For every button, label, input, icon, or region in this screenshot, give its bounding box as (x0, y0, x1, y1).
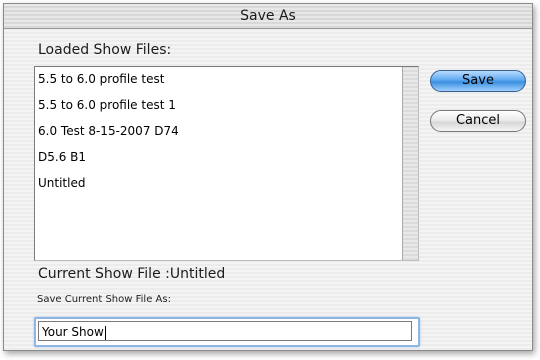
list-item[interactable]: 5.5 to 6.0 profile test 1 (35, 93, 398, 119)
title-bar[interactable]: Save As (4, 4, 532, 29)
cancel-button[interactable]: Cancel (430, 110, 526, 132)
save-button[interactable]: Save (430, 70, 526, 92)
current-show-file-label: Current Show File :Untitled (38, 266, 226, 282)
loaded-show-files-label: Loaded Show Files: (38, 42, 172, 58)
list-item[interactable]: 5.5 to 6.0 profile test (35, 67, 398, 93)
file-list-items: 5.5 to 6.0 profile test 5.5 to 6.0 profi… (35, 67, 398, 197)
save-as-dialog: Save As Loaded Show Files: 5.5 to 6.0 pr… (3, 3, 533, 351)
save-name-field-focus-ring: Your Show (34, 317, 420, 347)
list-item[interactable]: 6.0 Test 8-15-2007 D74 (35, 119, 398, 145)
list-scrollbar[interactable] (402, 67, 418, 260)
save-name-input[interactable]: Your Show (38, 321, 412, 341)
loaded-show-files-list[interactable]: 5.5 to 6.0 profile test 5.5 to 6.0 profi… (34, 66, 419, 261)
text-caret (104, 325, 106, 340)
list-item[interactable]: Untitled (35, 171, 398, 197)
save-name-value: Your Show (42, 325, 104, 339)
list-item[interactable]: D5.6 B1 (35, 145, 398, 171)
save-current-show-file-label: Save Current Show File As: (37, 294, 171, 305)
dialog-title: Save As (240, 8, 296, 24)
